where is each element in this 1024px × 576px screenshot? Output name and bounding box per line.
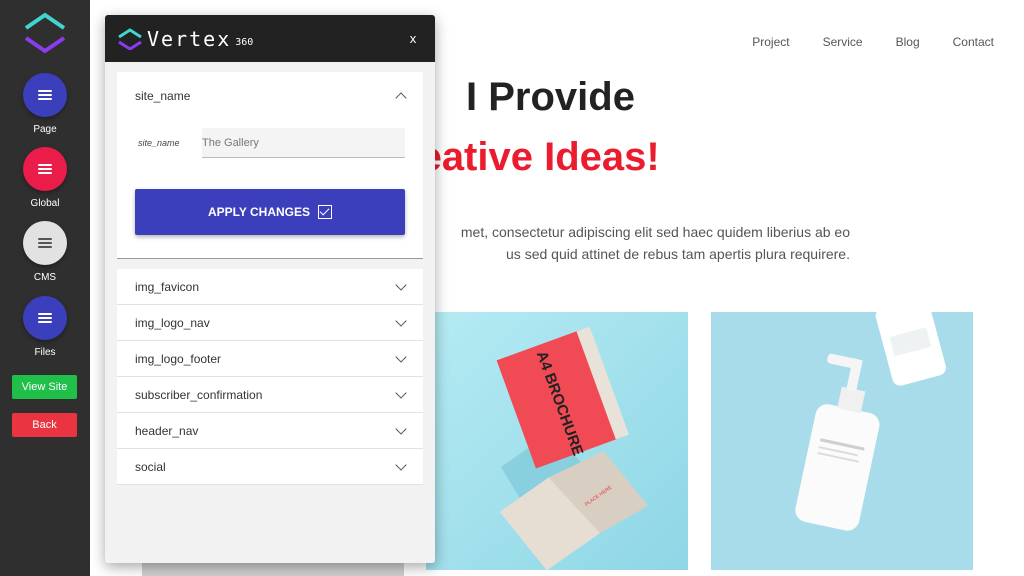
accordion-item-header-nav[interactable]: header_nav [117,413,423,449]
accordion-header-site-name[interactable]: site_name [117,72,423,120]
chevron-up-icon[interactable] [395,92,407,104]
accordion-item-social[interactable]: social [117,449,423,485]
panel-header: Vertex 360 x [105,15,435,62]
accordion-site-name: site_name site_name APPLY CHANGES [117,72,423,259]
accordion-list: img_favicon img_logo_nav img_logo_footer… [117,269,423,485]
chevron-down-icon [395,278,407,291]
brand-sub: 360 [235,37,254,48]
apply-changes-label: APPLY CHANGES [207,205,311,219]
cms-button[interactable] [23,221,67,265]
back-button[interactable]: Back [12,413,77,437]
accordion-item-label: img_logo_footer [135,351,222,366]
accordion-item-img-logo-nav[interactable]: img_logo_nav [117,305,423,341]
nav-link-project[interactable]: Project [752,35,789,49]
site-name-field-label: site_name [138,138,180,148]
brochure-image: A4 BROCHURE PLACE HERE [426,312,688,570]
menu-icon [38,313,52,323]
accordion-item-label: subscriber_confirmation [135,387,263,402]
files-button[interactable] [23,296,67,340]
accordion-item-label: header_nav [135,423,199,438]
cms-button-label: CMS [33,272,57,283]
portfolio-image-partial [142,563,404,576]
bottles-image [711,312,973,570]
site-name-input[interactable] [202,128,405,158]
site-name-field-row: site_name [138,128,405,158]
checkbox-icon [318,205,333,219]
portfolio-image-bottles[interactable] [711,312,973,570]
page-button-label: Page [33,124,57,135]
menu-icon [38,164,52,174]
global-button[interactable] [23,147,67,191]
chevron-down-icon [395,350,407,363]
chevron-down-icon [395,314,407,327]
site-nav: Project Service Blog Contact [752,35,994,49]
accordion-title: site_name [135,89,191,103]
brand: Vertex 360 [117,27,253,51]
accordion-item-label: social [135,459,166,474]
menu-icon [38,90,52,100]
accordion-item-img-favicon[interactable]: img_favicon [117,269,423,305]
page-button[interactable] [23,73,67,117]
view-site-button[interactable]: View Site [12,375,77,399]
global-button-label: Global [30,198,60,209]
accordion-item-label: img_favicon [135,279,200,294]
admin-sidebar: Page Global CMS Files View Site Back [0,0,90,576]
accordion-item-subscriber-confirmation[interactable]: subscriber_confirmation [117,377,423,413]
editor-panel: Vertex 360 x site_name site_name APPLY C… [105,15,435,563]
files-button-label: Files [34,347,56,358]
chevron-down-icon [395,386,407,399]
accordion-item-label: img_logo_nav [135,315,210,330]
nav-link-blog[interactable]: Blog [896,35,920,49]
vertex-logo-icon [118,27,142,50]
accordion-item-img-logo-footer[interactable]: img_logo_footer [117,341,423,377]
brand-name: Vertex [147,26,232,51]
chevron-down-icon [395,458,407,471]
portfolio-image-brochure[interactable]: A4 BROCHURE PLACE HERE [426,312,688,570]
close-panel-button[interactable]: x [405,31,421,46]
nav-link-contact[interactable]: Contact [953,35,994,49]
vertex-logo-icon [24,12,66,54]
chevron-down-icon [395,422,407,435]
apply-changes-button[interactable]: APPLY CHANGES [135,189,405,235]
hero-heading-line2: reative Ideas! [404,135,660,179]
menu-icon [38,238,52,248]
hero-heading-line1: I Provide [466,75,635,119]
nav-link-service[interactable]: Service [823,35,863,49]
